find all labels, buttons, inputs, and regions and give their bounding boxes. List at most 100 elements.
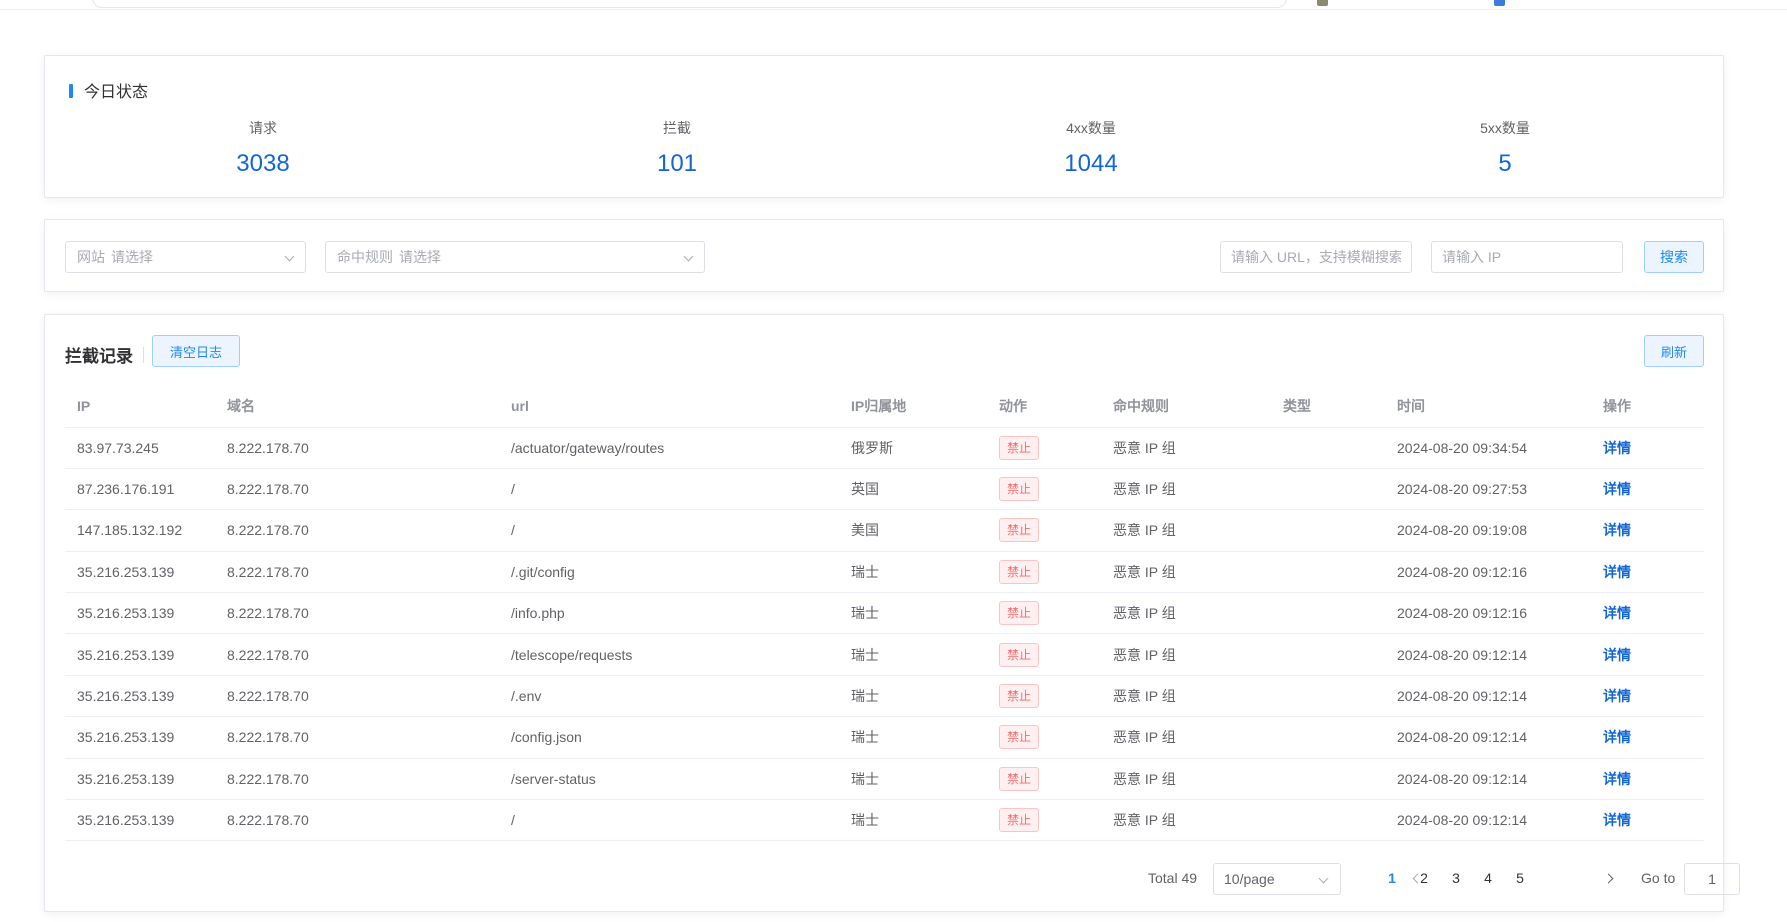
refresh-button[interactable]: 刷新 [1644, 335, 1704, 367]
detail-link[interactable]: 详情 [1603, 688, 1631, 704]
page-button-4[interactable]: 4 [1478, 870, 1498, 886]
cell-type [1271, 675, 1385, 718]
cell-type [1271, 716, 1385, 759]
stat-value: 3038 [236, 150, 290, 177]
cell-url: / [499, 799, 839, 842]
cell-location: 瑞士 [839, 633, 987, 676]
cell-ip: 147.185.132.192 [65, 509, 215, 552]
column-header-operation: 操作 [1591, 385, 1704, 428]
column-header-location: IP归属地 [839, 385, 987, 428]
cell-operation: 详情 [1591, 509, 1704, 552]
cell-location: 瑞士 [839, 716, 987, 759]
action-tag: 禁止 [999, 725, 1040, 750]
page-size-select[interactable]: 10/page [1213, 863, 1341, 895]
column-header-action: 动作 [987, 385, 1101, 428]
action-tag: 禁止 [999, 601, 1040, 626]
cell-ip: 35.216.253.139 [65, 592, 215, 635]
cell-type [1271, 509, 1385, 552]
select-prefix: 网站 [77, 249, 105, 265]
cell-time: 2024-08-20 09:27:53 [1385, 468, 1591, 511]
select-placeholder: 请选择 [111, 249, 153, 265]
cell-action: 禁止 [987, 675, 1101, 718]
action-tag: 禁止 [999, 477, 1040, 502]
detail-link[interactable]: 详情 [1603, 440, 1631, 456]
cell-url: /.env [499, 675, 839, 718]
page-button-2[interactable]: 2 [1414, 870, 1434, 886]
cell-time: 2024-08-20 09:12:14 [1385, 633, 1591, 676]
detail-link[interactable]: 详情 [1603, 812, 1631, 828]
action-tag: 禁止 [999, 559, 1040, 584]
detail-link[interactable]: 详情 [1603, 771, 1631, 787]
site-select[interactable]: 网站 请选择 [65, 241, 306, 273]
chevron-down-icon [284, 251, 295, 262]
cell-domain: 8.222.178.70 [215, 427, 499, 469]
page-button-1[interactable]: 1 [1382, 870, 1402, 886]
address-bar[interactable] [92, 0, 1287, 8]
cell-operation: 详情 [1591, 716, 1704, 759]
cell-action: 禁止 [987, 468, 1101, 511]
table-row: 35.216.253.139 8.222.178.70/.env 瑞士 禁止 恶意 IP… [65, 675, 1704, 718]
title-divider [143, 347, 144, 363]
cell-time: 2024-08-20 09:12:14 [1385, 716, 1591, 759]
page-button-5[interactable]: 5 [1510, 870, 1530, 886]
url-search-input[interactable] [1220, 241, 1412, 273]
cell-ip: 87.236.176.191 [65, 468, 215, 511]
card-title: 今日状态 [84, 84, 149, 101]
clear-log-button[interactable]: 清空日志 [152, 335, 240, 367]
title-accent-bar [69, 84, 73, 98]
cell-action: 禁止 [987, 427, 1101, 469]
cell-action: 禁止 [987, 799, 1101, 842]
stat-label: 5xx数量 [1480, 120, 1530, 136]
table-row: 83.97.73.245 8.222.178.70/actuator/gatewa… [65, 427, 1704, 469]
action-tag: 禁止 [999, 435, 1040, 460]
cell-ip: 35.216.253.139 [65, 758, 215, 801]
extension-icon[interactable] [1494, 0, 1505, 6]
cell-operation: 详情 [1591, 468, 1704, 511]
cell-domain: 8.222.178.70 [215, 633, 499, 676]
stat-requests: 请求 3038 [163, 118, 363, 178]
stat-label: 4xx数量 [1066, 120, 1116, 136]
cell-rule: 恶意 IP 组 [1101, 468, 1271, 511]
detail-link[interactable]: 详情 [1603, 605, 1631, 621]
action-tag: 禁止 [999, 642, 1040, 667]
cell-location: 瑞士 [839, 551, 987, 594]
cell-rule: 恶意 IP 组 [1101, 716, 1271, 759]
cell-type [1271, 551, 1385, 594]
cell-action: 禁止 [987, 758, 1101, 801]
search-button[interactable]: 搜索 [1644, 241, 1704, 273]
chevron-down-icon [683, 251, 694, 262]
cell-ip: 35.216.253.139 [65, 551, 215, 594]
action-tag: 禁止 [999, 684, 1040, 709]
action-tag: 禁止 [999, 518, 1040, 543]
detail-link[interactable]: 详情 [1603, 481, 1631, 497]
page-button-3[interactable]: 3 [1446, 870, 1466, 886]
stat-value: 1044 [1064, 150, 1118, 177]
ip-search-input[interactable] [1431, 241, 1623, 273]
cell-action: 禁止 [987, 592, 1101, 635]
detail-link[interactable]: 详情 [1603, 729, 1631, 745]
cell-type [1271, 468, 1385, 511]
cell-action: 禁止 [987, 509, 1101, 552]
extension-icon[interactable] [1317, 0, 1328, 6]
stat-4xx: 4xx数量 1044 [991, 118, 1191, 178]
pagination-total: Total 49 [1148, 870, 1198, 886]
detail-link[interactable]: 详情 [1603, 564, 1631, 580]
stat-5xx: 5xx数量 5 [1405, 118, 1605, 178]
detail-link[interactable]: 详情 [1603, 647, 1631, 663]
select-placeholder: 请选择 [399, 249, 441, 265]
today-status-card: 今日状态 请求 3038 拦截 101 4xx数量 1044 5xx数量 5 [44, 55, 1724, 198]
cell-type [1271, 799, 1385, 842]
cell-domain: 8.222.178.70 [215, 468, 499, 511]
table-row: 35.216.253.139 8.222.178.70/server-status… [65, 758, 1704, 801]
goto-label: Go to [1641, 870, 1676, 886]
goto-page-input[interactable]: 1 [1684, 863, 1740, 895]
table-row: 147.185.132.192 8.222.178.70/美国 禁止 恶意 IP 组 2… [65, 509, 1704, 552]
cell-ip: 35.216.253.139 [65, 799, 215, 842]
detail-link[interactable]: 详情 [1603, 522, 1631, 538]
cell-location: 瑞士 [839, 799, 987, 842]
cell-location: 英国 [839, 468, 987, 511]
next-page-icon[interactable] [1603, 873, 1614, 884]
cell-location: 俄罗斯 [839, 427, 987, 469]
rule-select[interactable]: 命中规则 请选择 [325, 241, 705, 273]
records-title: 拦截记录 [65, 347, 133, 366]
